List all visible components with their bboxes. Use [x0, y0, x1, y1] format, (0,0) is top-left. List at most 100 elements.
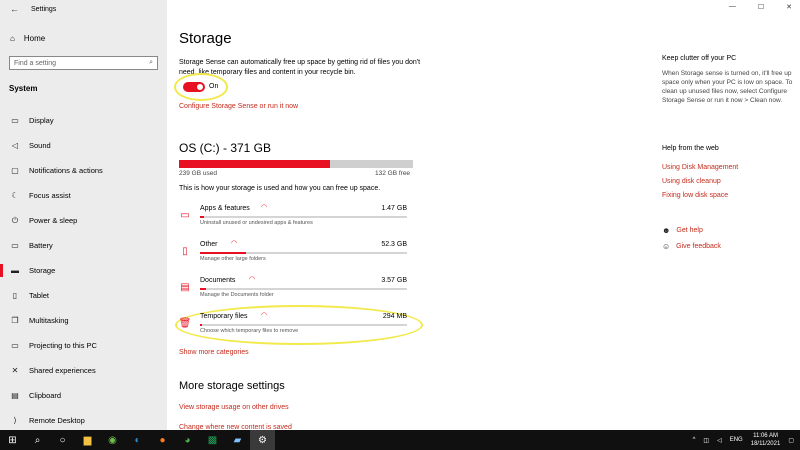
- sound-icon: ◁: [11, 141, 19, 150]
- sidebar-item-multitasking[interactable]: ❐ Multitasking: [0, 308, 167, 333]
- power-icon: ⏻: [11, 215, 19, 225]
- sidebar-item-label: Tablet: [29, 291, 50, 300]
- sidebar-nav: ▭ Display ◁ Sound ▢ Notifications & actions ☾ F…: [0, 108, 167, 433]
- volume-icon[interactable]: ◁: [717, 437, 722, 444]
- sidebar-item-sound[interactable]: ◁ Sound: [0, 133, 167, 158]
- sidebar-item-label: Display: [29, 116, 54, 125]
- get-help-label: Get help: [676, 227, 703, 234]
- configure-storage-sense-link[interactable]: Configure Storage Sense or run it now: [179, 103, 298, 110]
- notifications-icon[interactable]: ▢: [788, 437, 794, 444]
- edge-icon[interactable]: ◐: [125, 430, 150, 450]
- free-space: 132 GB free: [375, 170, 411, 177]
- sidebar-item-clipboard[interactable]: ▤ Clipboard: [0, 383, 167, 408]
- maximize-button[interactable]: ☐: [758, 3, 764, 11]
- sidebar-item-label: Multitasking: [29, 316, 69, 325]
- task-view-icon[interactable]: ○: [50, 430, 75, 450]
- sidebar-item-display[interactable]: ▭ Display: [0, 108, 167, 133]
- sidebar-item-notifications-actions[interactable]: ▢ Notifications & actions: [0, 158, 167, 183]
- storage-sense-toggle[interactable]: [183, 82, 205, 92]
- settings-taskbar-icon[interactable]: ⚙: [250, 430, 275, 450]
- sidebar-item-shared-experiences[interactable]: ✕ Shared experiences: [0, 358, 167, 383]
- file-explorer-icon[interactable]: ▆: [75, 430, 100, 450]
- category-size: 294 MB: [382, 313, 407, 320]
- sidebar-item-label: Clipboard: [29, 391, 62, 400]
- loading-spinner-icon: ◠: [249, 276, 256, 283]
- home-icon: ⌂: [10, 34, 15, 43]
- loading-spinner-icon: ◠: [261, 312, 268, 319]
- usage-description: This is how your storage is used and how…: [179, 185, 381, 192]
- sidebar-item-power-sleep[interactable]: ⏻ Power & sleep: [0, 208, 167, 233]
- close-button[interactable]: ✕: [786, 3, 792, 11]
- notepad-icon[interactable]: ▰: [225, 430, 250, 450]
- category-documents[interactable]: ▤ Documents ◠ 3.57 GB Manage the Documen…: [179, 276, 411, 307]
- start-button-icon[interactable]: ⊞: [0, 430, 25, 450]
- network-icon[interactable]: ◫: [703, 437, 709, 444]
- firefox-icon[interactable]: ●: [150, 430, 175, 450]
- category-bar: [200, 216, 407, 218]
- projecting-icon: ▭: [11, 341, 19, 350]
- category-bar-fill: [200, 216, 205, 218]
- get-help-link[interactable]: ☻ Get help: [662, 226, 703, 235]
- clutter-description: When Storage sense is turned on, it'll f…: [662, 70, 793, 104]
- sidebar-item-label: Shared experiences: [29, 366, 96, 375]
- back-arrow-icon[interactable]: ←: [10, 4, 19, 14]
- category-description: Manage other large folders: [200, 256, 266, 262]
- home-link[interactable]: ⌂ Home: [10, 34, 45, 43]
- settings-window: ← Settings ⌂ Home Find a setting ⌕ Syste…: [0, 0, 800, 433]
- category-temporary-files[interactable]: 🗑 Temporary files ◠ 294 MB Choose which …: [179, 312, 411, 343]
- category-name: Apps & features: [200, 205, 250, 212]
- help-link-low-disk-space[interactable]: Fixing low disk space: [662, 192, 728, 199]
- clipboard-icon: ▤: [11, 391, 19, 400]
- category-bar: [200, 324, 407, 326]
- more-storage-settings-heading: More storage settings: [179, 380, 285, 392]
- app-icon[interactable]: ◉: [100, 430, 125, 450]
- sidebar-item-battery[interactable]: ▭ Battery: [0, 233, 167, 258]
- help-link-disk-management[interactable]: Using Disk Management: [662, 164, 738, 171]
- category-size: 52.3 GB: [381, 241, 407, 248]
- sidebar-item-projecting-to-this-pc[interactable]: ▭ Projecting to this PC: [0, 333, 167, 358]
- category-description: Choose which temporary files to remove: [200, 328, 299, 334]
- sidebar-item-label: Sound: [29, 141, 51, 150]
- sidebar-item-label: Projecting to this PC: [29, 341, 97, 350]
- language-indicator[interactable]: ENG: [730, 437, 743, 443]
- sidebar-section-system: System: [9, 84, 38, 93]
- main-content: — ☐ ✕ Storage Storage Sense can automati…: [167, 0, 800, 431]
- category-bar-fill: [200, 288, 207, 290]
- minimize-button[interactable]: —: [729, 3, 736, 11]
- sidebar-item-focus-assist[interactable]: ☾ Focus assist: [0, 183, 167, 208]
- window-controls: — ☐ ✕: [729, 3, 792, 11]
- tray-chevron-icon[interactable]: ^: [693, 437, 696, 443]
- taskbar: ⊞ ⌕ ○ ▆ ◉ ◐ ● ◕ ▩ ▰ ⚙ ^ ◫ ◁ ENG 11:06 AM…: [0, 430, 800, 450]
- sidebar-item-label: Remote Desktop: [29, 416, 85, 425]
- sidebar-item-label: Battery: [29, 241, 53, 250]
- category-apps[interactable]: ▭ Apps & features ◠ 1.47 GB Uninstall un…: [179, 204, 411, 235]
- category-size: 1.47 GB: [381, 205, 407, 212]
- search-input[interactable]: Find a setting ⌕: [9, 56, 158, 70]
- other-icon: ▯: [182, 245, 188, 257]
- sidebar-item-label: Notifications & actions: [29, 166, 103, 175]
- drive-usage-fill: [179, 160, 330, 168]
- search-placeholder: Find a setting: [14, 59, 57, 67]
- system-tray: ^ ◫ ◁ ENG 11:06 AM 18/11/2021 ▢: [693, 430, 794, 450]
- sidebar-item-label: Power & sleep: [29, 216, 78, 225]
- clutter-title: Keep clutter off your PC: [662, 55, 737, 62]
- category-other[interactable]: ▯ Other ◠ 52.3 GB Manage other large fol…: [179, 240, 411, 271]
- feedback-icon: ☺: [662, 242, 671, 251]
- search-taskbar-icon[interactable]: ⌕: [25, 430, 50, 450]
- give-feedback-link[interactable]: ☺ Give feedback: [662, 242, 721, 251]
- clock[interactable]: 11:06 AM 18/11/2021: [751, 432, 781, 448]
- show-more-categories-link[interactable]: Show more categories: [179, 349, 249, 356]
- chrome-icon[interactable]: ◕: [175, 430, 200, 450]
- battery-icon: ▭: [11, 241, 19, 250]
- sidebar-item-tablet[interactable]: ▯ Tablet: [0, 283, 167, 308]
- excel-icon[interactable]: ▩: [200, 430, 225, 450]
- apps-icon: ▭: [180, 209, 190, 221]
- category-bar-fill: [200, 324, 203, 326]
- view-usage-other-drives-link[interactable]: View storage usage on other drives: [179, 404, 289, 411]
- category-description: Manage the Documents folder: [200, 292, 274, 298]
- display-icon: ▭: [11, 116, 19, 125]
- help-link-disk-cleanup[interactable]: Using disk cleanup: [662, 178, 721, 185]
- sidebar-item-storage[interactable]: ▬ Storage: [0, 258, 167, 283]
- sidebar-item-label: Storage: [29, 266, 56, 275]
- shared-icon: ✕: [11, 366, 19, 375]
